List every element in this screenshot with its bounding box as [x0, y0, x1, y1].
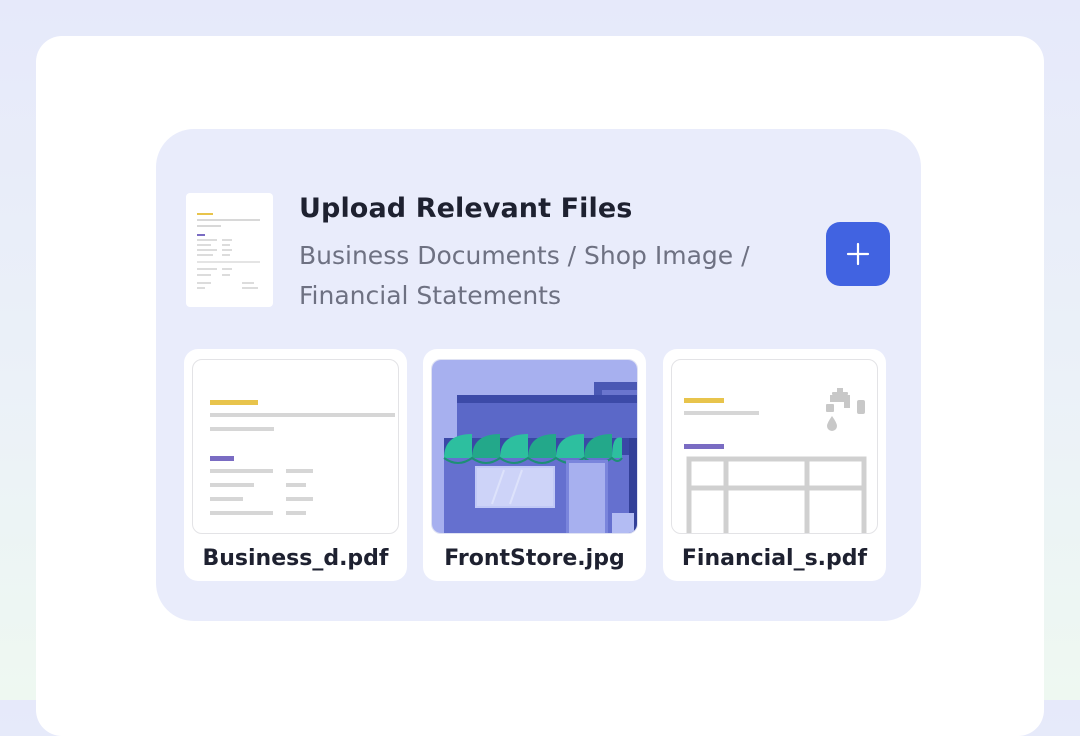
- upload-subtitle: Business Documents / Shop Image / Financ…: [299, 241, 750, 310]
- file-card-business[interactable]: Business_d.pdf: [184, 349, 407, 581]
- pdf-preview-icon: [671, 359, 878, 534]
- faucet-icon: [826, 388, 865, 431]
- file-card-financial[interactable]: Financial_s.pdf: [663, 349, 886, 581]
- file-name: FrontStore.jpg: [444, 546, 625, 571]
- file-name: Financial_s.pdf: [681, 546, 868, 571]
- plus-icon: [846, 242, 870, 266]
- pdf-preview-icon: [192, 359, 399, 534]
- document-thumbnail-icon: [186, 193, 273, 307]
- upload-title: Upload Relevant Files: [299, 193, 633, 224]
- add-file-button[interactable]: [826, 222, 890, 286]
- file-name: Business_d.pdf: [202, 546, 389, 571]
- storefront-image: [431, 359, 638, 534]
- file-card-frontstore[interactable]: FrontStore.jpg: [423, 349, 646, 581]
- upload-panel: Upload Relevant Files Business Documents…: [156, 129, 921, 621]
